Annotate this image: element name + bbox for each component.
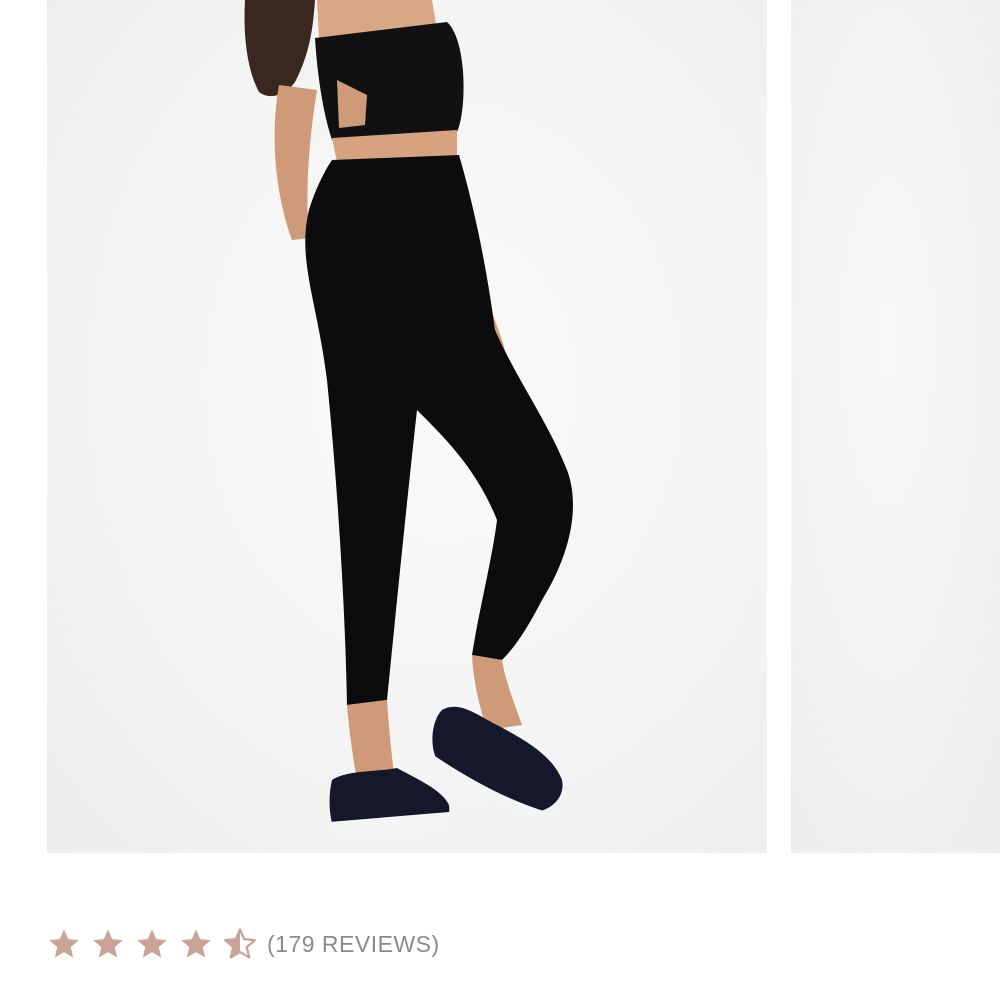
star-rating [47, 927, 257, 961]
product-page: (179 REVIEWS) [0, 0, 1000, 1000]
reviews-count-link[interactable]: (179 REVIEWS) [267, 931, 440, 958]
star-half-icon [223, 927, 257, 961]
model-photo [244, 0, 573, 840]
star-full-icon [179, 927, 213, 961]
product-image-main[interactable] [47, 0, 767, 853]
star-full-icon [47, 927, 81, 961]
product-image-carousel[interactable] [0, 0, 1000, 853]
star-full-icon [135, 927, 169, 961]
product-rating[interactable]: (179 REVIEWS) [47, 922, 440, 966]
product-image-next[interactable] [791, 0, 1000, 853]
star-full-icon [91, 927, 125, 961]
next-photo [791, 0, 1000, 853]
